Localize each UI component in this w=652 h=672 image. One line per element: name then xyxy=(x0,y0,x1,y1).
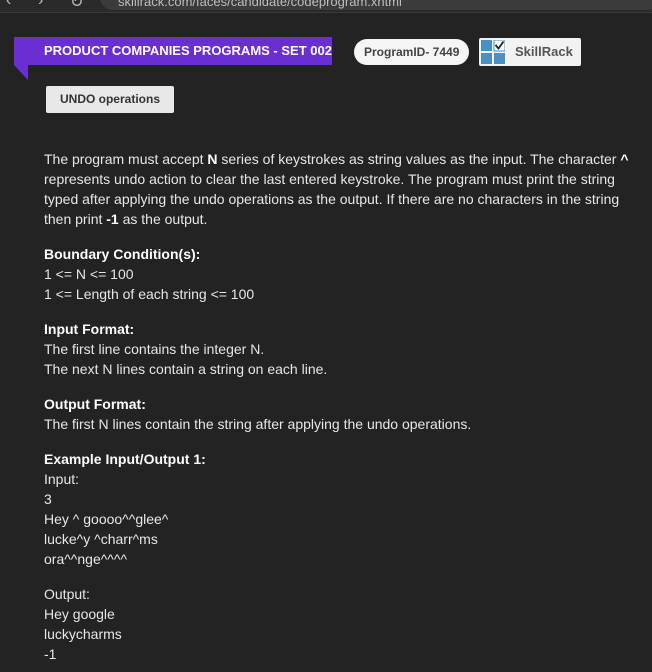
example-input-line: lucke^y ^charr^ms xyxy=(44,531,158,547)
example-output-label: Output: xyxy=(44,586,90,602)
skillrack-label: SkillRack xyxy=(515,44,573,59)
input-format-line: The first line contains the integer N. xyxy=(44,341,265,357)
browser-toolbar: ‹ › ↻ skillrack.com/faces/candidate/code… xyxy=(0,0,652,13)
boundary-heading: Boundary Condition(s): xyxy=(44,246,201,262)
back-arrow-icon[interactable]: ‹ xyxy=(6,0,11,10)
ribbon-fold xyxy=(14,65,28,80)
program-set-ribbon: PRODUCT COMPANIES PROGRAMS - SET 002 xyxy=(14,37,332,65)
url-text[interactable]: skillrack.com/faces/candidate/codeprogra… xyxy=(118,0,402,9)
output-format-line: The first N lines contain the string aft… xyxy=(44,416,472,432)
input-format-heading: Input Format: xyxy=(44,321,135,337)
boundary-line: 1 <= N <= 100 xyxy=(44,266,134,282)
example-heading: Example Input/Output 1: xyxy=(44,451,206,467)
example-input-line: Hey ^ goooo^^glee^ xyxy=(44,511,169,527)
forward-arrow-icon[interactable]: › xyxy=(38,0,43,10)
boundary-line: 1 <= Length of each string <= 100 xyxy=(44,286,255,302)
example-input-label: Input: xyxy=(44,471,80,487)
output-format-heading: Output Format: xyxy=(44,396,146,412)
reload-icon[interactable]: ↻ xyxy=(70,0,83,12)
skillrack-button[interactable]: SkillRack xyxy=(479,38,581,66)
input-format-line: The next N lines contain a string on eac… xyxy=(44,361,328,377)
example-output-line: luckycharms xyxy=(44,626,122,642)
example-output-line: -1 xyxy=(44,646,57,662)
skillrack-logo-icon xyxy=(481,40,505,64)
example-input-line: 3 xyxy=(44,491,52,507)
example-output-line: Hey google xyxy=(44,606,115,622)
problem-description: The program must accept N series of keys… xyxy=(44,151,629,227)
problem-title-badge: UNDO operations xyxy=(46,86,174,113)
example-input-line: ora^^nge^^^^ xyxy=(44,551,128,567)
program-id-badge: ProgramID- 7449 xyxy=(354,39,470,65)
problem-statement: The program must accept N series of keys… xyxy=(44,149,640,664)
